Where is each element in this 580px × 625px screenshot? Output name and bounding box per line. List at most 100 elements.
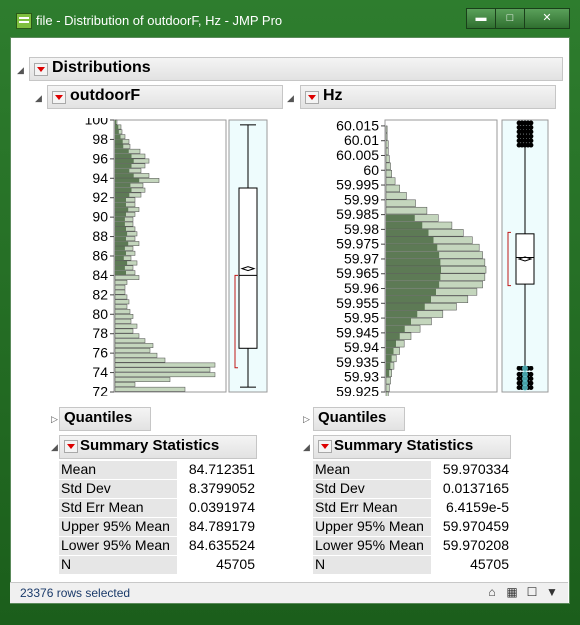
disclosure-triangle-icon[interactable]: ◢	[17, 65, 24, 76]
stat-value: 84.789179	[188, 518, 255, 534]
outdoorf-histogram: 100 98 96 94 92 90 88 86 84 82 80 78 76 74 72	[61, 118, 271, 396]
histogram-bar	[385, 155, 390, 163]
histogram-bar-selected	[115, 197, 126, 202]
stat-value: 0.0391974	[188, 499, 255, 515]
outlier-point	[528, 129, 534, 135]
histogram-bar-selected	[115, 265, 125, 270]
histogram-bar	[114, 328, 134, 334]
y-tick-label: 88	[92, 228, 108, 244]
stat-label: Std Err Mean	[59, 499, 177, 517]
checkbox-icon[interactable]: ☐	[524, 584, 540, 600]
stat-value: 59.970459	[442, 518, 509, 534]
y-tick-label: 98	[92, 131, 108, 147]
histogram-bar-selected	[386, 347, 394, 355]
y-tick-label: 60	[363, 162, 379, 178]
histogram-bar-selected	[115, 217, 125, 222]
close-button[interactable]: ✕	[524, 8, 570, 29]
histogram-bar	[385, 140, 389, 148]
histogram-bar-selected	[115, 231, 128, 236]
histogram-bar-selected	[115, 270, 126, 275]
y-tick-label: 59.945	[336, 324, 379, 340]
summary-statistics-table: Mean 84.712351 Std Dev 8.3799052 Std Err Mea…	[59, 461, 259, 577]
histogram-bar-selected	[115, 246, 125, 251]
dropdown-arrow-icon[interactable]: ▼	[544, 584, 560, 600]
minimize-button[interactable]: ▬	[466, 8, 496, 29]
variable-name: Hz	[323, 87, 343, 104]
histogram-bar	[385, 206, 428, 215]
report-area: ◢ Distributions ◢ outdoorF 100 98 96 94 92 90…	[10, 37, 570, 604]
disclosure-triangle-icon[interactable]: ◢	[303, 442, 310, 453]
histogram-bar-selected	[115, 158, 134, 164]
close-icon: ✕	[542, 12, 552, 24]
stat-value: 59.970208	[442, 537, 509, 553]
histogram-bar	[114, 352, 158, 358]
histogram-bar	[114, 323, 138, 329]
histogram-bar	[114, 348, 151, 353]
y-tick-label: 59.955	[336, 295, 379, 311]
histogram-bar-selected	[386, 369, 390, 377]
quantiles-header[interactable]: Quantiles	[313, 407, 405, 431]
outlier-point	[528, 133, 534, 139]
outlier-point	[528, 371, 534, 377]
quantiles-header[interactable]: Quantiles	[59, 407, 151, 431]
y-tick-label: 72	[92, 384, 108, 397]
histogram-bar-selected	[386, 266, 441, 274]
stat-label: Upper 95% Mean	[59, 518, 177, 536]
y-tick-label: 59.935	[336, 354, 379, 370]
histogram-bar	[114, 275, 140, 280]
disclosure-triangle-icon[interactable]: ◢	[51, 442, 58, 453]
histogram-bar-selected	[115, 149, 129, 154]
histogram-bar-selected	[386, 318, 411, 325]
red-triangle-menu-icon[interactable]	[318, 440, 332, 453]
red-triangle-menu-icon[interactable]	[305, 91, 319, 104]
y-tick-label: 82	[92, 286, 108, 302]
histogram-bar-selected	[386, 362, 391, 370]
stat-value: 8.3799052	[188, 480, 255, 496]
histogram-bar-selected	[115, 260, 128, 266]
histogram-bar	[114, 289, 126, 295]
red-triangle-menu-icon[interactable]	[64, 440, 78, 453]
histogram-bar-selected	[115, 173, 134, 178]
histogram-bar-selected	[115, 251, 126, 256]
histogram-bar	[385, 376, 391, 385]
histogram-bar-selected	[115, 188, 132, 193]
histogram-bar-selected	[386, 258, 441, 266]
histogram-bar	[385, 177, 396, 185]
disclosure-triangle-icon[interactable]: ◢	[35, 93, 42, 104]
histogram-bar-selected	[115, 192, 130, 198]
y-tick-label: 90	[92, 209, 108, 225]
y-tick-label: 59.93	[344, 369, 379, 385]
title-bar[interactable]: file - Distribution of outdoorF, Hz - JM…	[10, 8, 570, 34]
red-triangle-menu-icon[interactable]	[34, 63, 48, 76]
histogram-bar-selected	[115, 129, 119, 134]
stat-label: Std Err Mean	[313, 499, 431, 517]
box-iqr	[238, 187, 258, 349]
outlier-point	[528, 124, 534, 130]
red-triangle-menu-icon[interactable]	[52, 91, 66, 104]
histogram-bar-selected	[386, 332, 400, 340]
disclosure-triangle-icon[interactable]: ◢	[287, 93, 294, 104]
stat-value: 6.4159e-5	[445, 499, 509, 515]
histogram-bar	[114, 377, 171, 382]
histogram-bar	[114, 304, 128, 310]
disclosure-triangle-closed-icon[interactable]: ▷	[51, 414, 58, 425]
histogram-bar	[114, 284, 126, 290]
report-title: Distributions	[52, 59, 151, 76]
histogram-bar	[385, 384, 390, 392]
disclosure-triangle-closed-icon[interactable]: ▷	[303, 414, 310, 425]
data-table-icon[interactable]: ▦	[504, 584, 520, 600]
outdoorf-header: outdoorF	[47, 85, 283, 109]
stat-label: Mean	[59, 461, 177, 479]
home-icon[interactable]: ⌂	[484, 584, 500, 600]
y-tick-label: 60.01	[344, 132, 379, 148]
histogram-bar-selected	[115, 241, 129, 246]
rows-selected-status: 23376 rows selected	[20, 586, 131, 600]
histogram-bar-selected	[386, 340, 396, 348]
histogram-bar-selected	[386, 214, 415, 222]
histogram-bar	[114, 362, 216, 368]
maximize-button[interactable]: □	[495, 8, 525, 29]
histogram-bar-selected	[115, 183, 131, 188]
histogram-bar-selected	[386, 251, 440, 259]
stat-label: Mean	[313, 461, 431, 479]
histogram-bar	[385, 192, 407, 200]
